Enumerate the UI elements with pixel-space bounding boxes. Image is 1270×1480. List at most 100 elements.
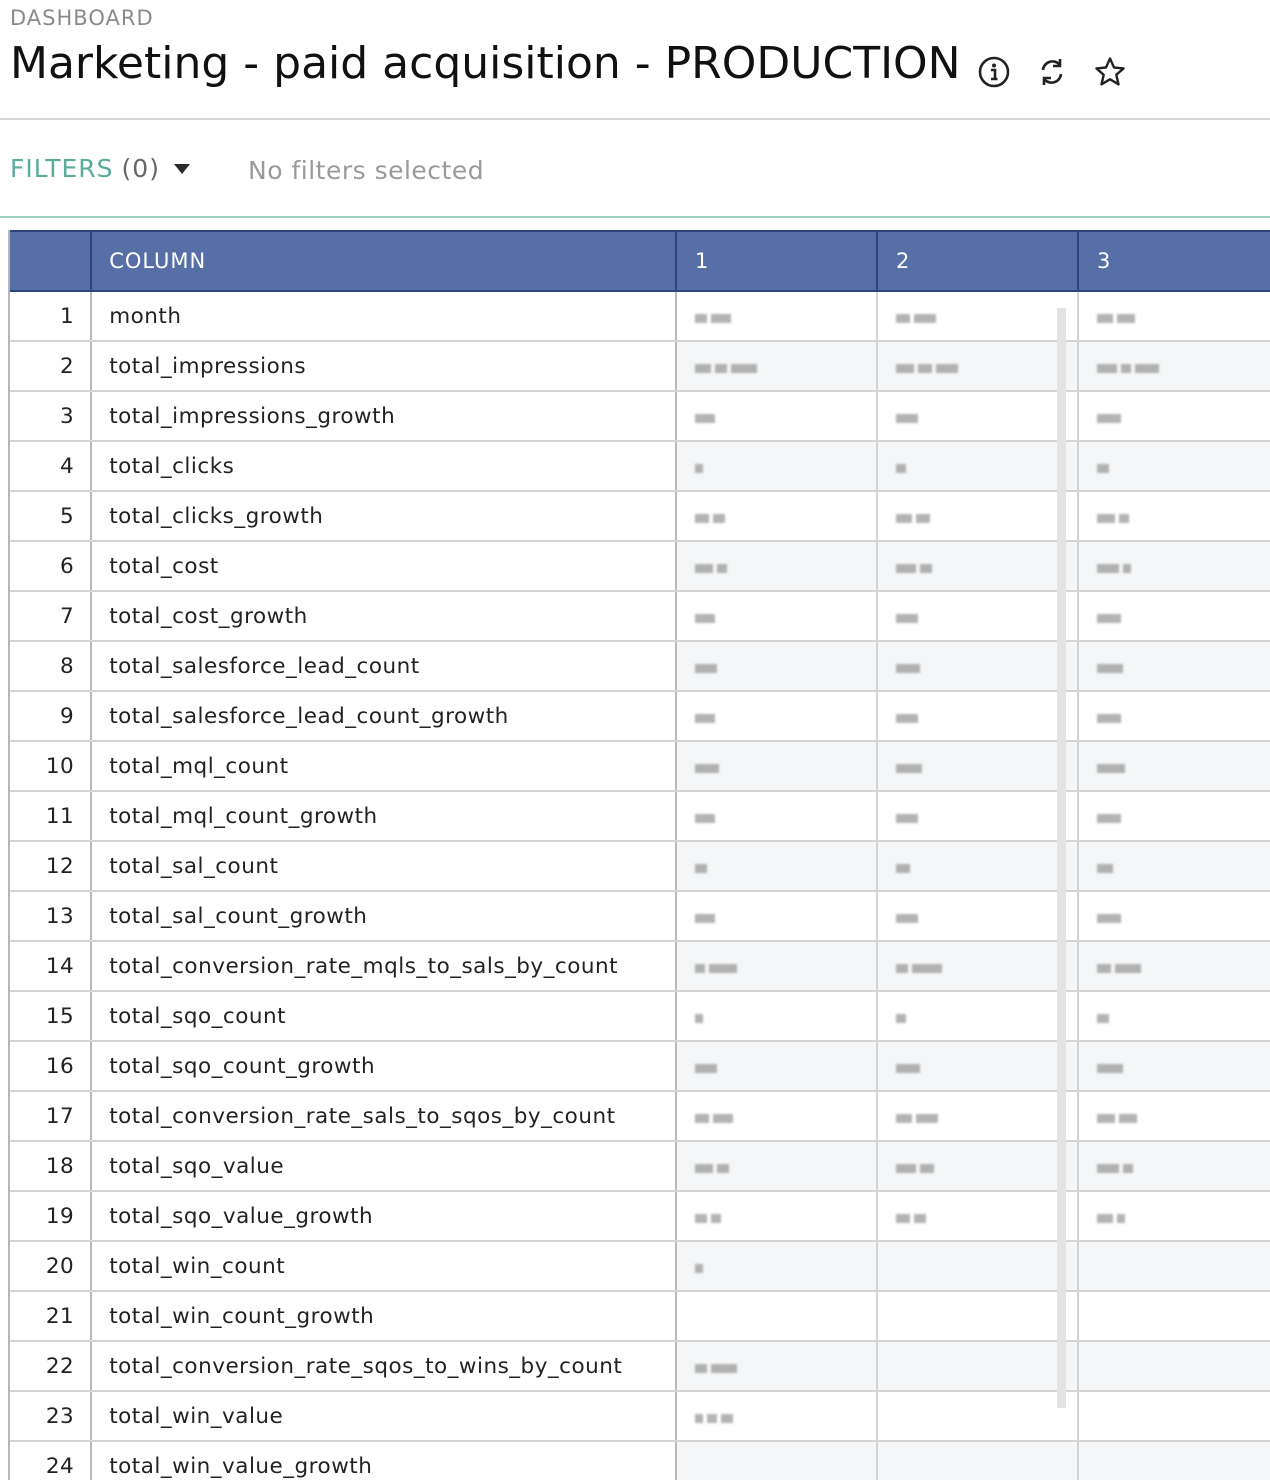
filters-status: No filters selected <box>248 156 485 185</box>
table-row[interactable]: 18 total_sqo_value <box>10 1141 1270 1192</box>
cell-redacted-value <box>675 691 878 742</box>
cell-redacted-value <box>1077 441 1270 492</box>
table-row[interactable]: 14 total_conversion_rate_mqls_to_sals_by_… <box>10 941 1270 992</box>
row-column-name: total_win_value <box>91 1391 677 1442</box>
info-icon[interactable] <box>976 54 1012 90</box>
header-index <box>10 230 93 292</box>
table-row[interactable]: 7 total_cost_growth <box>10 591 1270 642</box>
filters-toggle[interactable]: FILTERS (0) <box>10 154 190 183</box>
blurred-value <box>1096 411 1121 425</box>
blurred-value <box>694 811 715 825</box>
row-column-name: total_clicks <box>91 441 677 492</box>
blurred-value <box>694 911 715 925</box>
table-row[interactable]: 22 total_conversion_rate_sqos_to_wins_by_… <box>10 1341 1270 1392</box>
cell-redacted-value <box>675 1091 878 1142</box>
blurred-value <box>1096 1111 1137 1125</box>
table-row[interactable]: 2 total_impressions <box>10 341 1270 392</box>
blurred-value <box>694 1261 703 1275</box>
cell-redacted-value <box>1077 941 1270 992</box>
blurred-value <box>1096 661 1123 675</box>
header-col-3[interactable]: 3 <box>1077 230 1270 292</box>
cell-redacted-value <box>876 591 1079 642</box>
row-index: 13 <box>10 891 93 942</box>
blurred-value <box>895 1061 920 1075</box>
blurred-value <box>895 611 918 625</box>
row-column-name: total_mql_count <box>91 741 677 792</box>
table-row[interactable]: 1 month <box>10 291 1270 342</box>
table-row[interactable]: 3 total_impressions_growth <box>10 391 1270 442</box>
blurred-value <box>1096 611 1121 625</box>
blurred-value <box>694 1011 703 1025</box>
table-row[interactable]: 8 total_salesforce_lead_count <box>10 641 1270 692</box>
filters-count: (0) <box>121 154 160 183</box>
refresh-icon[interactable] <box>1034 54 1070 90</box>
row-index: 20 <box>10 1241 93 1292</box>
cell-redacted-value <box>876 841 1079 892</box>
table-row[interactable]: 16 total_sqo_count_growth <box>10 1041 1270 1092</box>
table-row[interactable]: 10 total_mql_count <box>10 741 1270 792</box>
table-row[interactable]: 17 total_conversion_rate_sals_to_sqos_by_… <box>10 1091 1270 1142</box>
cell-redacted-value <box>675 391 878 442</box>
cell-redacted-value <box>675 1391 878 1442</box>
blurred-value <box>1096 711 1121 725</box>
cell-redacted-value <box>1077 491 1270 542</box>
row-index: 6 <box>10 541 93 592</box>
star-icon[interactable] <box>1092 54 1128 90</box>
row-index: 2 <box>10 341 93 392</box>
table-row[interactable]: 4 total_clicks <box>10 441 1270 492</box>
row-column-name: total_impressions_growth <box>91 391 677 442</box>
table-row[interactable]: 11 total_mql_count_growth <box>10 791 1270 842</box>
row-column-name: total_sqo_count <box>91 991 677 1042</box>
filters-label: FILTERS <box>10 154 114 183</box>
cell-redacted-value <box>1077 341 1270 392</box>
cell-redacted-value <box>876 491 1079 542</box>
table-row[interactable]: 15 total_sqo_count <box>10 991 1270 1042</box>
header-column[interactable]: COLUMN <box>91 230 677 292</box>
blurred-value <box>895 561 932 575</box>
page-title: Marketing - paid acquisition - PRODUCTIO… <box>10 38 961 89</box>
cell-redacted-value <box>1077 291 1270 342</box>
table-row[interactable]: 12 total_sal_count <box>10 841 1270 892</box>
blurred-value <box>1096 961 1141 975</box>
cell-redacted-value <box>675 791 878 842</box>
row-index: 17 <box>10 1091 93 1142</box>
data-table-container[interactable]: COLUMN 1 2 3 1 month 2 total_impressions 3 to… <box>8 230 1270 1480</box>
cell-redacted-value <box>675 991 878 1042</box>
blurred-value <box>694 1161 729 1175</box>
blurred-value <box>1096 311 1135 325</box>
table-row[interactable]: 20 total_win_count <box>10 1241 1270 1292</box>
blurred-value <box>694 1111 733 1125</box>
cell-redacted-value <box>876 541 1079 592</box>
row-index: 16 <box>10 1041 93 1092</box>
page-header: DASHBOARD Marketing - paid acquisition -… <box>0 0 1270 120</box>
table-row[interactable]: 21 total_win_count_growth <box>10 1291 1270 1342</box>
table-row[interactable]: 23 total_win_value <box>10 1391 1270 1442</box>
table-row[interactable]: 5 total_clicks_growth <box>10 491 1270 542</box>
blurred-value <box>1096 1161 1133 1175</box>
table-row[interactable]: 13 total_sal_count_growth <box>10 891 1270 942</box>
blurred-value <box>694 1411 733 1425</box>
table-row[interactable]: 19 total_sqo_value_growth <box>10 1191 1270 1242</box>
table-row[interactable]: 9 total_salesforce_lead_count_growth <box>10 691 1270 742</box>
breadcrumb[interactable]: DASHBOARD <box>10 6 154 30</box>
row-index: 3 <box>10 391 93 442</box>
table-row[interactable]: 24 total_win_value_growth <box>10 1441 1270 1480</box>
cell-redacted-value <box>1077 591 1270 642</box>
cell-redacted-value <box>675 841 878 892</box>
cell-redacted-value <box>1077 1241 1270 1292</box>
row-column-name: total_conversion_rate_mqls_to_sals_by_co… <box>91 941 677 992</box>
cell-redacted-value <box>675 541 878 592</box>
header-col-2[interactable]: 2 <box>876 230 1079 292</box>
table-row[interactable]: 6 total_cost <box>10 541 1270 592</box>
cell-redacted-value <box>675 441 878 492</box>
row-index: 1 <box>10 291 93 342</box>
row-column-name: total_clicks_growth <box>91 491 677 542</box>
blurred-value <box>895 411 918 425</box>
cell-redacted-value <box>876 1041 1079 1092</box>
cell-redacted-value <box>1077 1441 1270 1480</box>
blurred-value <box>895 811 918 825</box>
header-col-1[interactable]: 1 <box>675 230 878 292</box>
row-column-name: total_sqo_count_growth <box>91 1041 677 1092</box>
row-index: 18 <box>10 1141 93 1192</box>
blurred-value <box>1096 1011 1109 1025</box>
